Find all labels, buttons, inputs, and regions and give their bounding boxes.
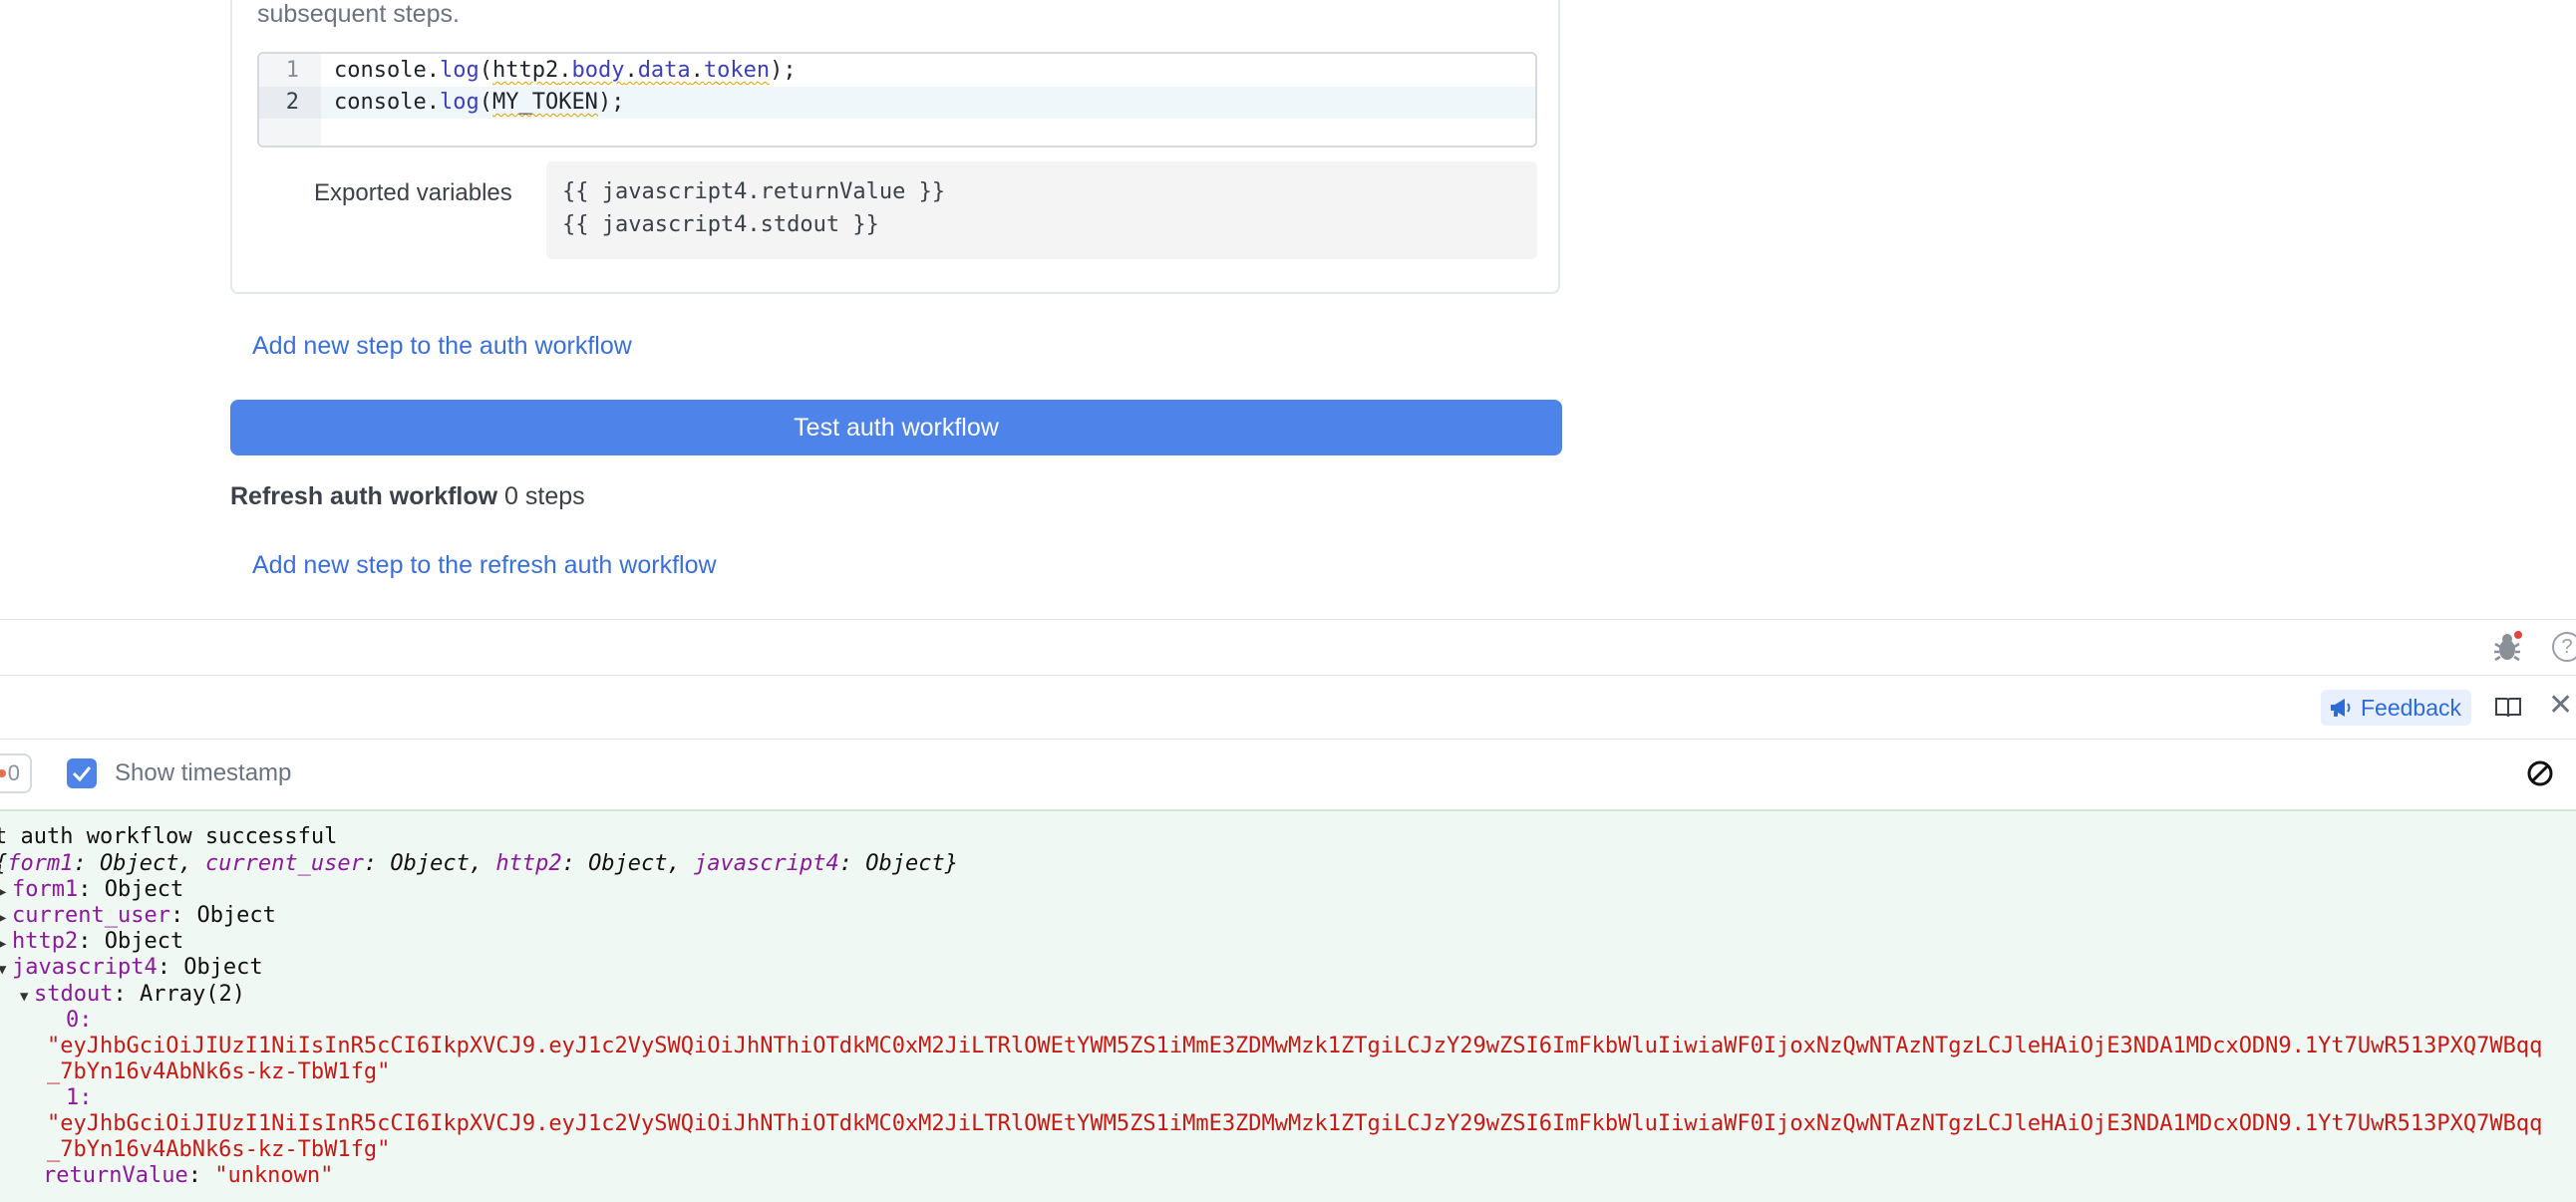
check-icon xyxy=(72,766,92,782)
console-tree-item-form1[interactable]: ▶ form1: Object xyxy=(0,877,183,905)
collapse-arrow-icon: ▼ xyxy=(20,989,29,1005)
panel-divider xyxy=(0,619,2576,620)
collapse-arrow-icon: ▼ xyxy=(0,962,7,978)
code-editor[interactable]: 1 console.log(http2.body.data.token); 2 … xyxy=(257,52,1537,148)
clear-console-icon[interactable] xyxy=(2526,759,2554,787)
panel-divider xyxy=(0,739,2576,740)
error-count: 0 xyxy=(7,760,20,785)
exported-variable: {{ javascript4.stdout }} xyxy=(562,212,879,237)
feedback-label: Feedback xyxy=(2361,694,2462,721)
error-dot-icon xyxy=(0,769,6,777)
panel-divider xyxy=(0,675,2576,676)
bug-icon[interactable] xyxy=(2490,630,2524,664)
console-tree-item-current-user[interactable]: ▶ current_user: Object xyxy=(0,903,276,931)
refresh-title: Refresh auth workflow xyxy=(230,482,498,510)
megaphone-icon xyxy=(2331,699,2351,717)
add-auth-step-link[interactable]: Add new step to the auth workflow xyxy=(252,332,632,361)
help-icon[interactable]: ? xyxy=(2552,632,2576,662)
error-count-badge[interactable]: 0 xyxy=(0,753,32,793)
refresh-step-count: 0 steps xyxy=(504,482,585,510)
token-string: "eyJhbGciOiJIUzI1NiIsInR5cCI6IkpXVCJ9.ey… xyxy=(47,1111,2543,1136)
console-tree-item-stdout[interactable]: ▼ stdout: Array(2) xyxy=(20,982,245,1010)
console-tree-item-javascript4[interactable]: ▼ javascript4: Object xyxy=(0,955,263,983)
book-icon[interactable] xyxy=(2494,695,2522,721)
code-text: console.log(MY_TOKEN); xyxy=(334,90,625,115)
show-timestamp-label: Show timestamp xyxy=(115,759,292,786)
token-string-cont: _7bYn16v4AbNk6s-kz-TbW1fg" xyxy=(47,1059,391,1084)
array-index: 0: xyxy=(66,1008,93,1033)
code-line-active[interactable]: 2 console.log(MY_TOKEN); xyxy=(259,87,1535,119)
line-number: 2 xyxy=(259,87,321,119)
array-index: 1: xyxy=(66,1085,93,1110)
console-summary-line[interactable]: {form1: Object, current_user: Object, ht… xyxy=(0,851,958,877)
expand-arrow-icon: ▶ xyxy=(0,936,7,952)
line-number: 1 xyxy=(285,58,299,83)
refresh-auth-workflow-heading: Refresh auth workflow 0 steps xyxy=(230,482,585,511)
test-auth-workflow-button[interactable]: Test auth workflow xyxy=(230,400,1562,455)
expand-arrow-icon: ▶ xyxy=(0,910,7,926)
console-tree-item-http2[interactable]: ▶ http2: Object xyxy=(0,929,183,957)
expand-arrow-icon: ▶ xyxy=(0,884,7,900)
code-line[interactable]: 1 console.log(http2.body.data.token); xyxy=(259,55,1535,87)
token-string: "eyJhbGciOiJIUzI1NiIsInR5cCI6IkpXVCJ9.ey… xyxy=(47,1034,2543,1058)
show-timestamp-checkbox[interactable] xyxy=(67,758,97,788)
token-string-cont: _7bYn16v4AbNk6s-kz-TbW1fg" xyxy=(47,1137,391,1162)
step-card: subsequent steps. 1 console.log(http2.bo… xyxy=(230,0,1560,294)
console-status-line: t auth workflow successful xyxy=(0,824,338,849)
exported-variables-label: Exported variables xyxy=(314,179,512,206)
code-text: console.log(http2.body.data.token); xyxy=(334,58,797,83)
step-description: subsequent steps. xyxy=(257,0,460,28)
feedback-button[interactable]: Feedback xyxy=(2321,690,2472,726)
console-output: t auth workflow successful {form1: Objec… xyxy=(0,811,2576,1202)
exported-variables-box: {{ javascript4.returnValue }} {{ javascr… xyxy=(546,161,1537,259)
console-return-value: returnValue: "unknown" xyxy=(43,1163,334,1188)
add-refresh-step-link[interactable]: Add new step to the refresh auth workflo… xyxy=(252,551,717,580)
close-icon[interactable]: ✕ xyxy=(2548,691,2576,721)
exported-variable: {{ javascript4.returnValue }} xyxy=(562,179,946,204)
